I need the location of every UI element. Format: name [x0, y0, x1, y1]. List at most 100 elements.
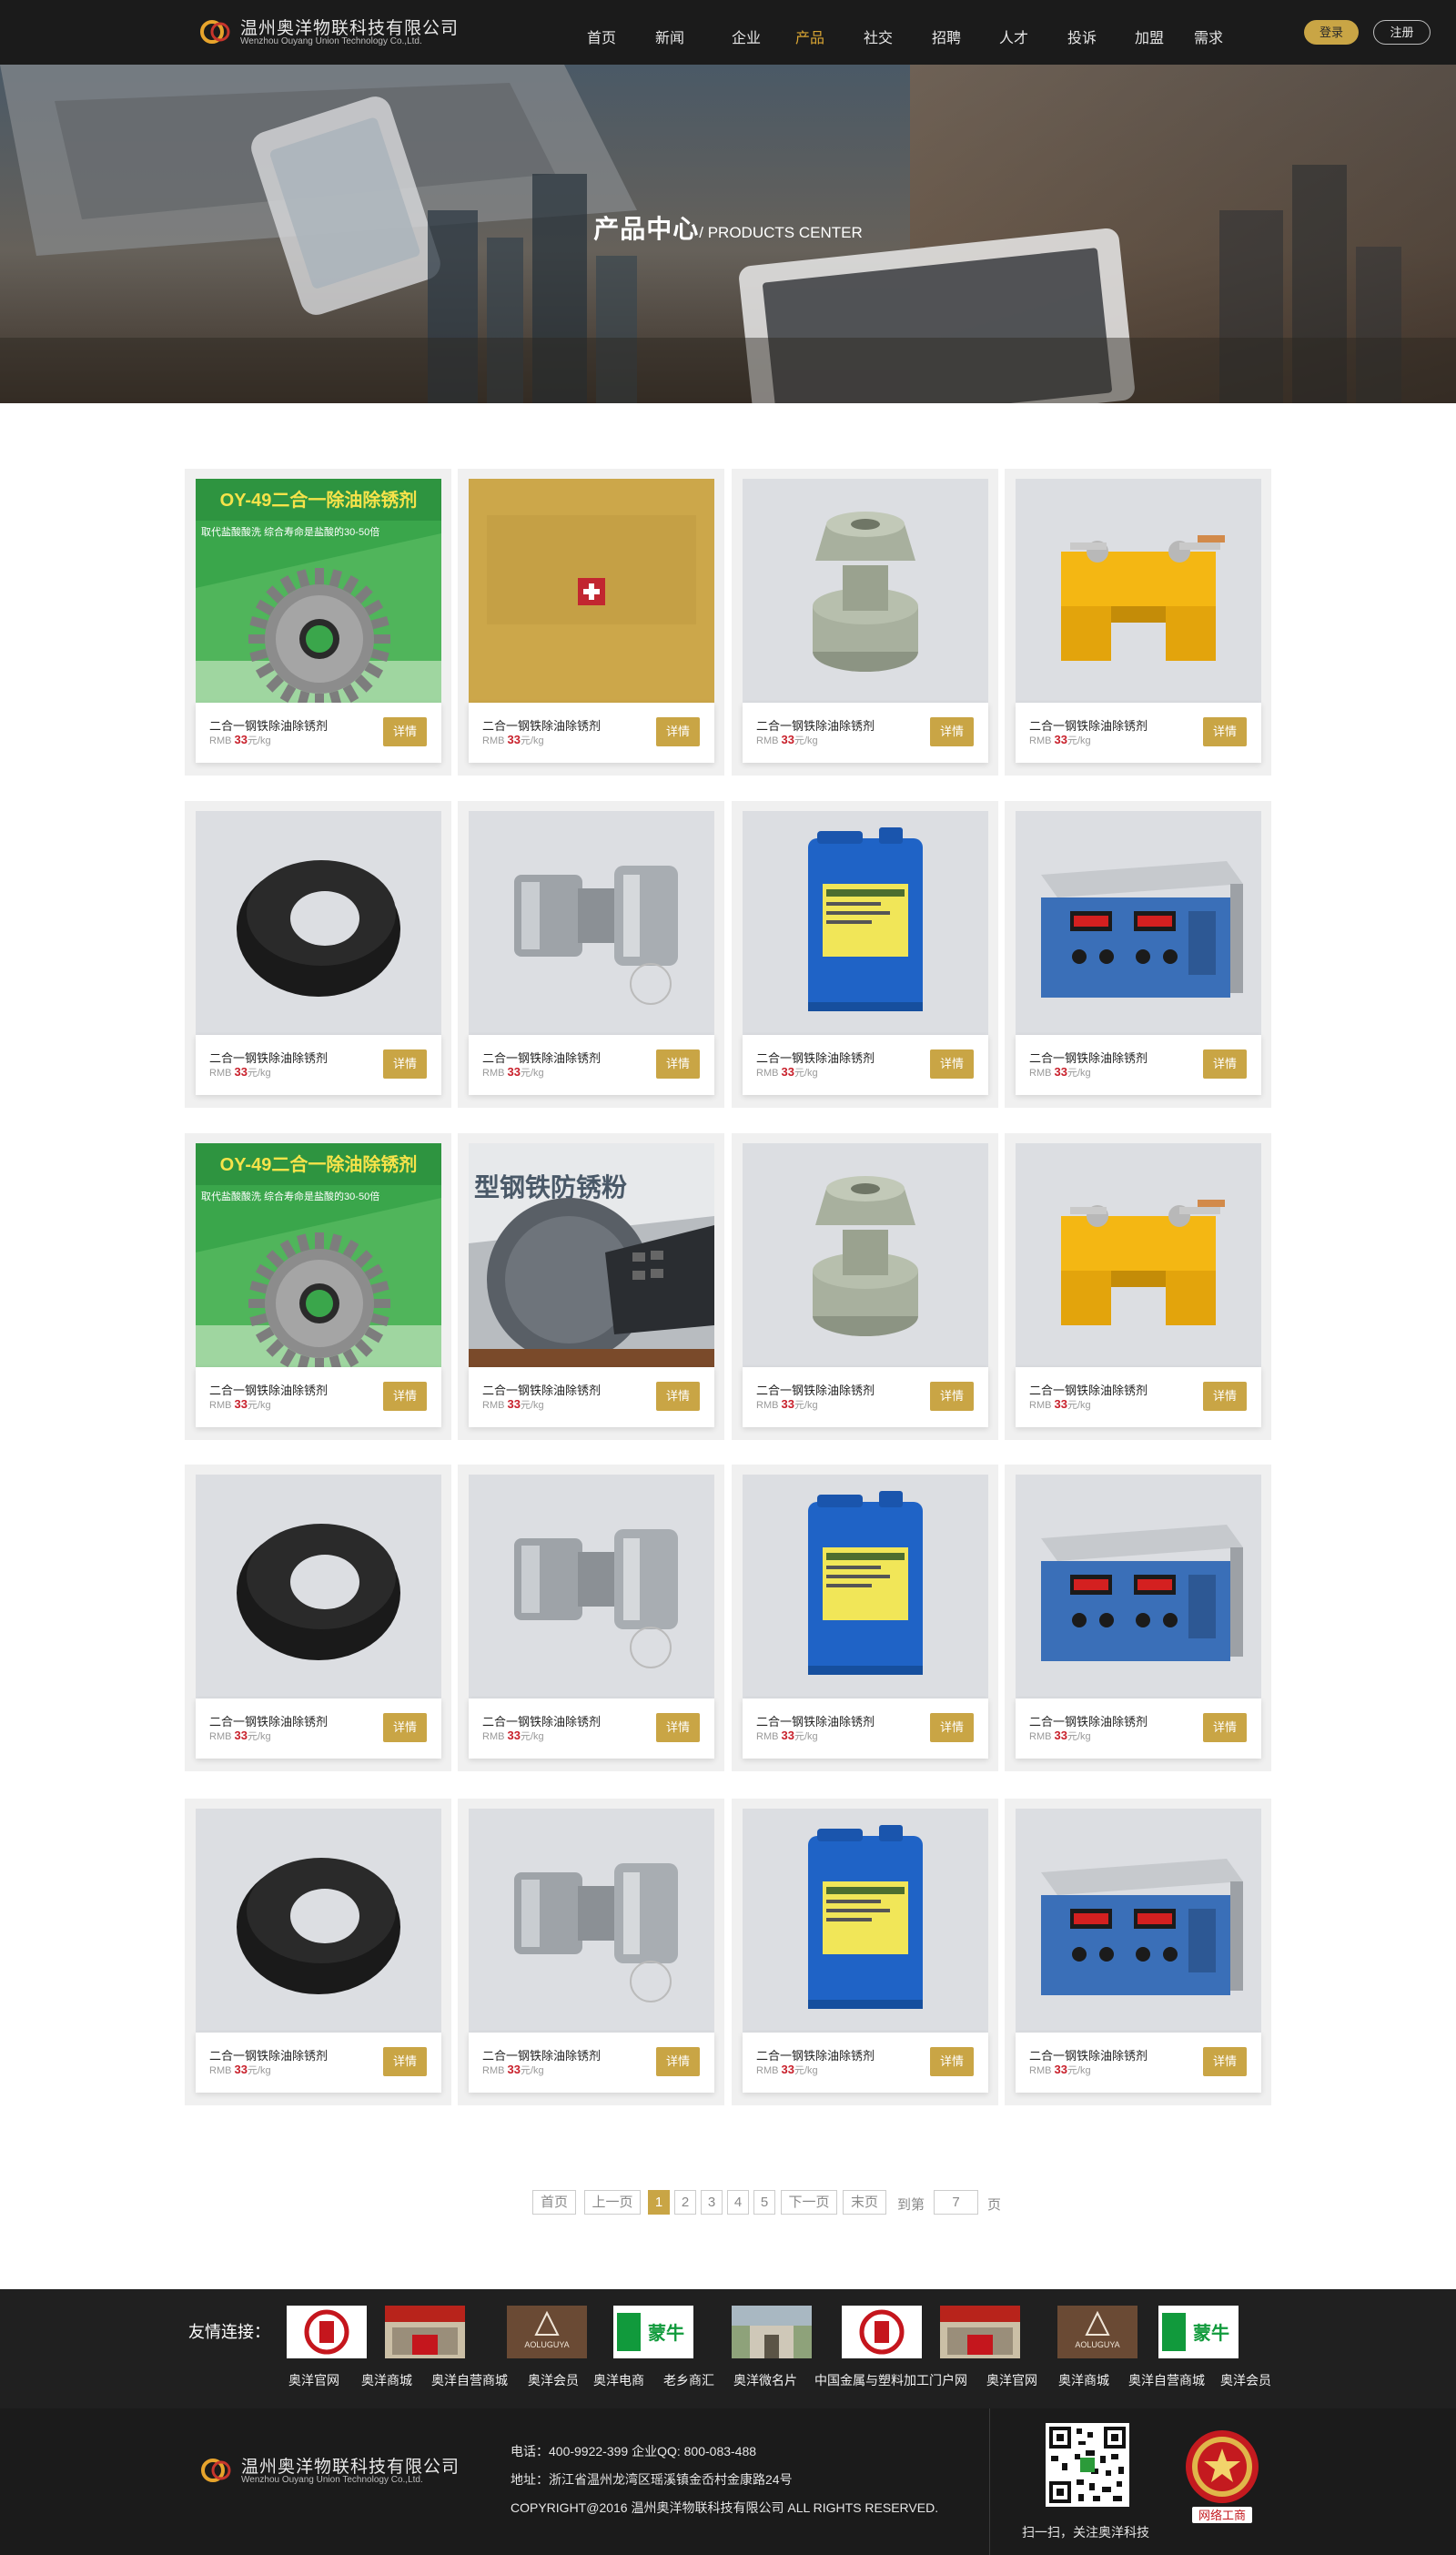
- product-detail-button[interactable]: 详情: [1203, 1382, 1247, 1411]
- page-next-button[interactable]: 下一页: [781, 2190, 837, 2215]
- product-detail-button[interactable]: 详情: [383, 1382, 427, 1411]
- product-image[interactable]: [1016, 1475, 1261, 1698]
- product-detail-button[interactable]: 详情: [656, 2047, 700, 2076]
- friend-link-text[interactable]: 奥洋自营商城: [1128, 2371, 1205, 2389]
- page-first-button[interactable]: 首页: [532, 2190, 576, 2215]
- nav-demand[interactable]: 需求: [1194, 25, 1223, 47]
- product-card[interactable]: 二合一钢铁除油除锈剂 RMB 33元/kg 详情: [458, 801, 724, 1108]
- product-detail-button[interactable]: 详情: [656, 1049, 700, 1079]
- product-image[interactable]: [196, 811, 441, 1035]
- product-image[interactable]: [1016, 1143, 1261, 1367]
- friend-link-text[interactable]: 奥洋电商: [593, 2371, 644, 2389]
- product-detail-button[interactable]: 详情: [383, 717, 427, 746]
- friend-link-logo[interactable]: AOLUGUYA: [1057, 2306, 1138, 2358]
- product-card[interactable]: 二合一钢铁除油除锈剂 RMB 33元/kg 详情: [1005, 1799, 1271, 2105]
- nav-complaint[interactable]: 投诉: [1067, 25, 1097, 47]
- product-card[interactable]: 二合一钢铁除油除锈剂 RMB 33元/kg 详情: [458, 469, 724, 776]
- nav-social[interactable]: 社交: [864, 25, 893, 47]
- product-card[interactable]: 型钢铁防锈粉 二合一钢铁除油除锈剂 RMB 33元/kg 详情: [458, 1133, 724, 1440]
- product-detail-button[interactable]: 详情: [930, 1382, 974, 1411]
- product-card[interactable]: OY-49二合一除油除锈剂 取代盐酸酸洗 综合寿命是盐酸的30-50倍 二合一钢铁除…: [185, 1133, 451, 1440]
- product-card[interactable]: 二合一钢铁除油除锈剂 RMB 33元/kg 详情: [1005, 1465, 1271, 1771]
- friend-link-logo[interactable]: [385, 2306, 465, 2358]
- nav-enterprise[interactable]: 企业: [732, 25, 761, 47]
- product-card[interactable]: 二合一钢铁除油除锈剂 RMB 33元/kg 详情: [185, 1465, 451, 1771]
- business-license-badge-icon[interactable]: 网络工商: [1172, 2423, 1272, 2528]
- product-detail-button[interactable]: 详情: [930, 1049, 974, 1079]
- product-detail-button[interactable]: 详情: [1203, 1713, 1247, 1742]
- product-card[interactable]: OY-49二合一除油除锈剂 取代盐酸酸洗 综合寿命是盐酸的30-50倍 二合一钢铁除…: [185, 469, 451, 776]
- product-image[interactable]: [1016, 1809, 1261, 2033]
- page-number-1[interactable]: 1: [648, 2190, 670, 2215]
- product-detail-button[interactable]: 详情: [656, 1713, 700, 1742]
- product-image[interactable]: [743, 1809, 988, 2033]
- product-image[interactable]: [196, 1475, 441, 1698]
- friend-link-text[interactable]: 中国金属与塑料加工门户网: [814, 2371, 967, 2389]
- product-image[interactable]: [196, 1809, 441, 2033]
- product-detail-button[interactable]: 详情: [383, 1713, 427, 1742]
- product-detail-button[interactable]: 详情: [1203, 1049, 1247, 1079]
- page-number-2[interactable]: 2: [674, 2190, 696, 2215]
- page-last-button[interactable]: 末页: [843, 2190, 886, 2215]
- company-logo[interactable]: 温州奥洋物联科技有限公司 Wenzhou Ouyang Union Techno…: [198, 13, 471, 53]
- product-detail-button[interactable]: 详情: [383, 2047, 427, 2076]
- product-card[interactable]: 二合一钢铁除油除锈剂 RMB 33元/kg 详情: [458, 1465, 724, 1771]
- product-card[interactable]: 二合一钢铁除油除锈剂 RMB 33元/kg 详情: [1005, 469, 1271, 776]
- nav-news[interactable]: 新闻: [655, 25, 684, 47]
- product-image[interactable]: [469, 811, 714, 1035]
- product-image[interactable]: [743, 479, 988, 703]
- product-card[interactable]: 二合一钢铁除油除锈剂 RMB 33元/kg 详情: [732, 801, 998, 1108]
- friend-link-text[interactable]: 老乡商汇: [663, 2371, 714, 2389]
- friend-link-text[interactable]: 奥洋商城: [1058, 2371, 1109, 2389]
- product-image[interactable]: [1016, 479, 1261, 703]
- product-detail-button[interactable]: 详情: [930, 717, 974, 746]
- product-card[interactable]: 二合一钢铁除油除锈剂 RMB 33元/kg 详情: [732, 1133, 998, 1440]
- friend-link-logo[interactable]: 蒙牛: [613, 2306, 693, 2358]
- register-button[interactable]: 注册: [1373, 20, 1431, 45]
- friend-link-text[interactable]: 奥洋商城: [361, 2371, 412, 2389]
- friend-link-logo[interactable]: [287, 2306, 367, 2358]
- product-detail-button[interactable]: 详情: [1203, 717, 1247, 746]
- nav-recruit[interactable]: 招聘: [932, 25, 961, 47]
- product-image[interactable]: [743, 1475, 988, 1698]
- product-image[interactable]: [743, 811, 988, 1035]
- login-button[interactable]: 登录: [1304, 20, 1359, 45]
- friend-link-logo[interactable]: AOLUGUYA: [507, 2306, 587, 2358]
- page-number-4[interactable]: 4: [727, 2190, 749, 2215]
- friend-link-text[interactable]: 奥洋会员: [1220, 2371, 1271, 2389]
- friend-link-text[interactable]: 奥洋会员: [528, 2371, 579, 2389]
- goto-page-input[interactable]: 7: [934, 2190, 978, 2215]
- footer-logo[interactable]: 温州奥洋物联科技有限公司 Wenzhou Ouyang Union Techno…: [199, 2448, 472, 2493]
- product-card[interactable]: 二合一钢铁除油除锈剂 RMB 33元/kg 详情: [1005, 801, 1271, 1108]
- product-card[interactable]: 二合一钢铁除油除锈剂 RMB 33元/kg 详情: [1005, 1133, 1271, 1440]
- product-card[interactable]: 二合一钢铁除油除锈剂 RMB 33元/kg 详情: [732, 1799, 998, 2105]
- friend-link-logo[interactable]: [940, 2306, 1020, 2358]
- product-detail-button[interactable]: 详情: [656, 1382, 700, 1411]
- product-detail-button[interactable]: 详情: [930, 2047, 974, 2076]
- product-image[interactable]: 型钢铁防锈粉: [469, 1143, 714, 1367]
- friend-link-logo[interactable]: [732, 2306, 812, 2358]
- nav-products[interactable]: 产品: [795, 25, 824, 47]
- product-card[interactable]: 二合一钢铁除油除锈剂 RMB 33元/kg 详情: [732, 469, 998, 776]
- page-number-5[interactable]: 5: [753, 2190, 775, 2215]
- page-number-3[interactable]: 3: [701, 2190, 723, 2215]
- nav-join[interactable]: 加盟: [1135, 25, 1164, 47]
- product-card[interactable]: 二合一钢铁除油除锈剂 RMB 33元/kg 详情: [185, 801, 451, 1108]
- nav-talent[interactable]: 人才: [999, 25, 1028, 47]
- product-image[interactable]: [743, 1143, 988, 1367]
- product-detail-button[interactable]: 详情: [1203, 2047, 1247, 2076]
- product-card[interactable]: 二合一钢铁除油除锈剂 RMB 33元/kg 详情: [458, 1799, 724, 2105]
- page-prev-button[interactable]: 上一页: [584, 2190, 641, 2215]
- friend-link-logo[interactable]: [842, 2306, 922, 2358]
- product-card[interactable]: 二合一钢铁除油除锈剂 RMB 33元/kg 详情: [732, 1465, 998, 1771]
- friend-link-logo[interactable]: 蒙牛: [1158, 2306, 1239, 2358]
- product-image[interactable]: [469, 1475, 714, 1698]
- product-card[interactable]: 二合一钢铁除油除锈剂 RMB 33元/kg 详情: [185, 1799, 451, 2105]
- friend-link-text[interactable]: 奥洋官网: [986, 2371, 1037, 2389]
- friend-link-text[interactable]: 奥洋自营商城: [431, 2371, 508, 2389]
- product-image[interactable]: OY-49二合一除油除锈剂 取代盐酸酸洗 综合寿命是盐酸的30-50倍: [196, 479, 441, 703]
- product-image[interactable]: OY-49二合一除油除锈剂 取代盐酸酸洗 综合寿命是盐酸的30-50倍: [196, 1143, 441, 1367]
- product-detail-button[interactable]: 详情: [656, 717, 700, 746]
- nav-home[interactable]: 首页: [587, 25, 616, 47]
- product-image[interactable]: [1016, 811, 1261, 1035]
